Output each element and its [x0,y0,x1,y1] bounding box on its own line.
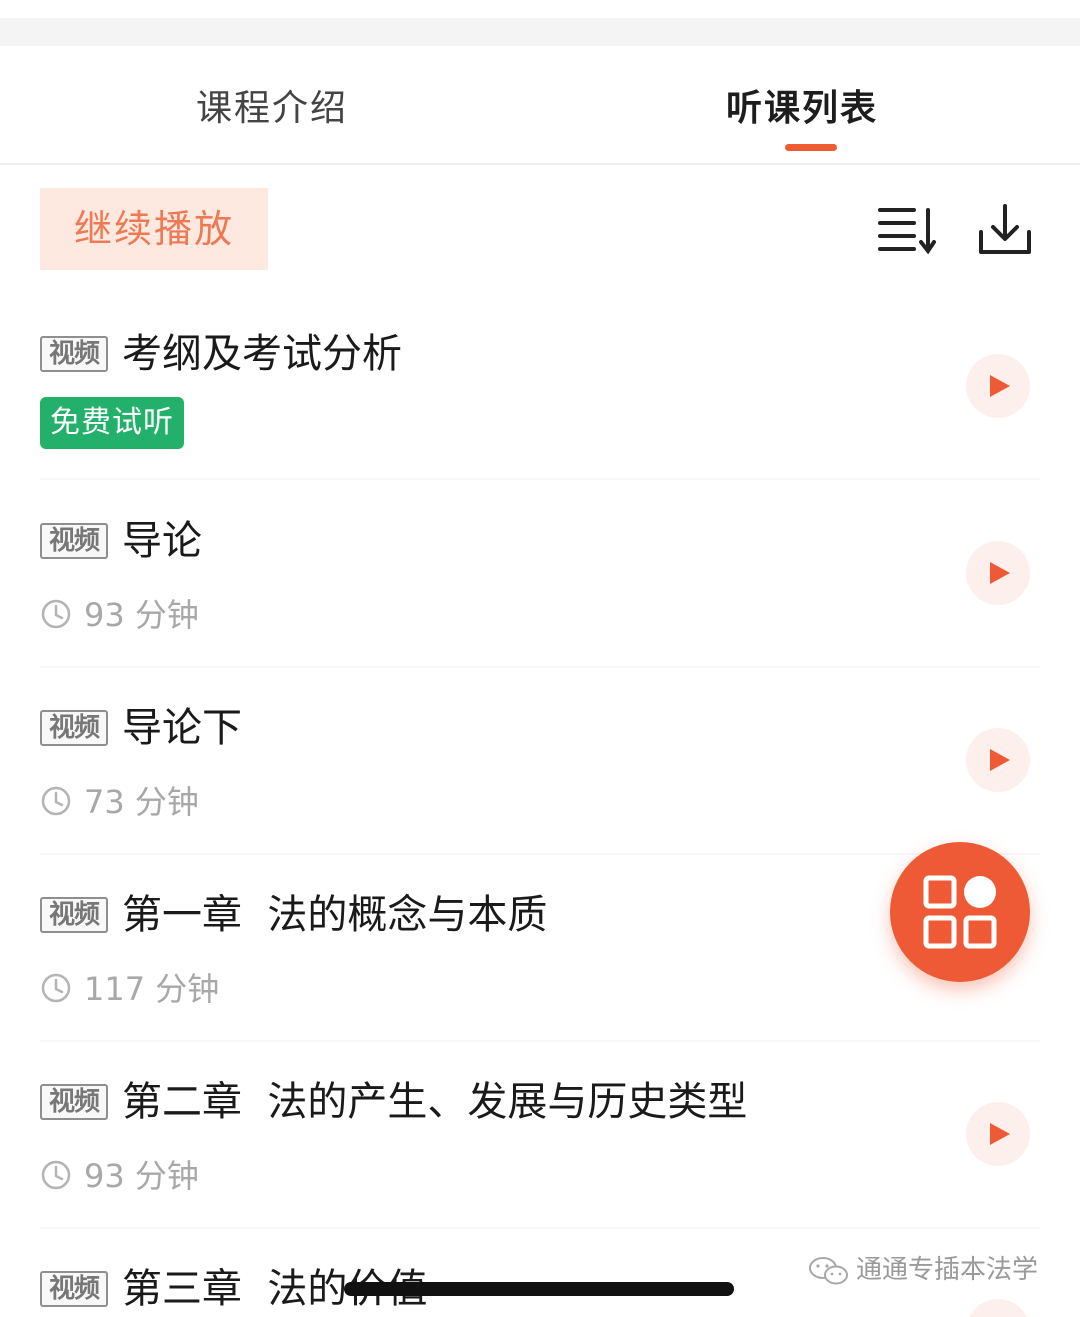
row-divider [40,478,1040,480]
lesson-title: 导论下 [122,705,242,751]
clock-icon [41,1160,71,1190]
play-icon [990,749,1010,771]
row-divider [40,666,1040,668]
video-type-badge: 视频 [40,336,108,372]
play-button[interactable] [966,354,1030,418]
apps-grid-icon [923,875,997,949]
duration-text: 93 分钟 [84,596,199,634]
lesson-title: 第二章 法的产生、发展与历史类型 [122,1079,748,1125]
duration-text: 93 分钟 [84,1157,199,1195]
clock-icon [41,599,71,629]
lesson-item[interactable]: 视频 考纲及考试分析 免费试听 [0,331,1080,516]
play-button[interactable] [966,1299,1030,1317]
tab-course-intro[interactable]: 课程介绍 [196,84,348,134]
active-tab-indicator [785,144,837,151]
clock-icon [41,786,71,816]
video-type-badge: 视频 [40,710,108,746]
video-type-badge: 视频 [40,1084,108,1120]
video-type-badge: 视频 [40,1271,108,1307]
play-icon [990,562,1010,584]
duration-text: 117 分钟 [84,970,220,1008]
lesson-title: 考纲及考试分析 [122,331,402,377]
play-button[interactable] [966,1102,1030,1166]
play-button[interactable] [966,728,1030,792]
course-page: 课程介绍 听课列表 继续播放 视频 考纲及考试分析 免费试听 视频 导论 93 … [0,0,1080,1317]
download-icon[interactable] [975,200,1035,260]
play-button[interactable] [966,541,1030,605]
row-divider [40,853,1040,855]
free-trial-tag: 免费试听 [40,397,184,449]
floating-apps-button[interactable] [890,842,1030,982]
lesson-item[interactable]: 视频 第二章 法的产生、发展与历史类型 93 分钟 [0,1079,1080,1264]
home-indicator[interactable] [344,1282,734,1296]
tab-divider [0,163,1080,165]
clock-icon [41,973,71,1003]
row-divider [40,1040,1040,1042]
play-icon [990,375,1010,397]
video-type-badge: 视频 [40,523,108,559]
lesson-title: 导论 [122,518,202,564]
top-strip [0,18,1080,46]
duration-text: 73 分钟 [84,783,199,821]
row-divider [40,1227,1040,1229]
lesson-title: 第一章 法的概念与本质 [122,892,548,938]
video-type-badge: 视频 [40,897,108,933]
lesson-item[interactable]: 视频 导论 93 分钟 [0,518,1080,703]
wechat-icon [809,1257,848,1285]
tab-lesson-list[interactable]: 听课列表 [726,84,878,134]
continue-play-button[interactable]: 继续播放 [40,188,268,270]
play-icon [990,1123,1010,1145]
watermark-text: 通通专插本法学 [856,1255,1039,1285]
list-sort-icon[interactable] [876,200,936,260]
